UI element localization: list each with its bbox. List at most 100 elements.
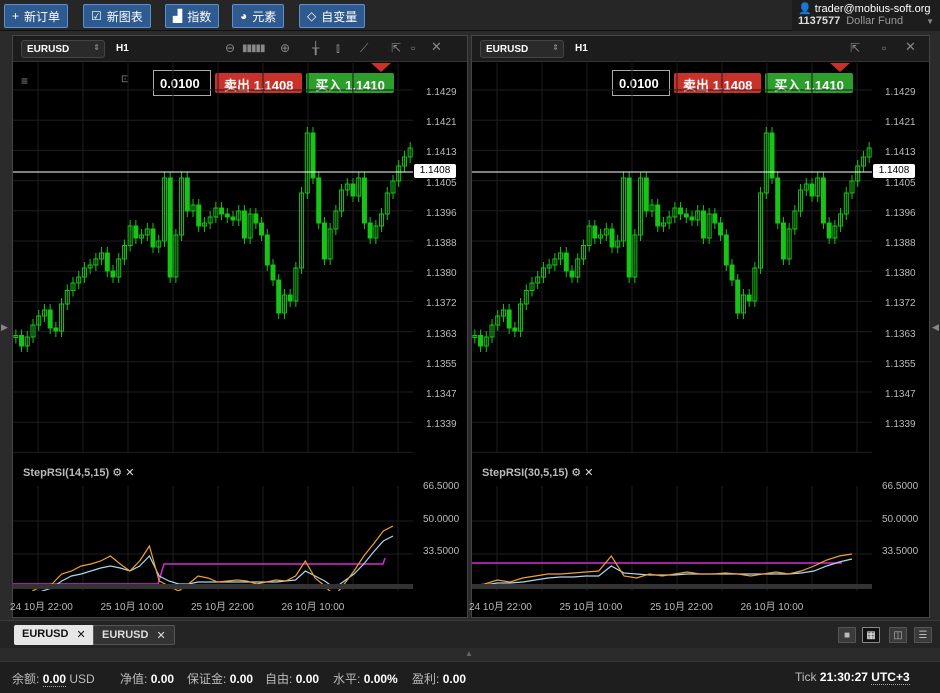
bar-type-icon[interactable]: ╁ xyxy=(312,41,319,55)
horizontal-scrollbar[interactable] xyxy=(472,584,872,589)
price-tick-label: 1.1347 xyxy=(885,389,916,400)
candle xyxy=(729,264,735,281)
maximize-icon[interactable]: ▫ xyxy=(882,41,886,55)
price-tick-label: 1.1405 xyxy=(426,177,457,189)
candle xyxy=(678,207,684,215)
margin-value: 0.00 xyxy=(229,672,254,686)
collapse-up-icon[interactable]: ▲ xyxy=(465,649,473,658)
account-panel[interactable]: 👤 trader@mobius-soft.org 1137577 Dollar F… xyxy=(792,0,940,31)
candle xyxy=(780,222,786,260)
candle xyxy=(723,234,729,266)
candle xyxy=(826,222,832,239)
candle xyxy=(241,210,247,239)
zoom-in-icon[interactable]: ⊕ xyxy=(280,41,290,55)
candle xyxy=(19,335,25,347)
candle xyxy=(253,213,259,224)
chart-header: EURUSD ⇕ H1 ⇱ ▫ ✕ xyxy=(472,36,929,62)
detach-icon[interactable]: ⇱ xyxy=(391,41,401,55)
candle xyxy=(569,270,575,278)
candlestick-icon[interactable]: ⫾ xyxy=(336,41,340,56)
timeframe-label[interactable]: H1 xyxy=(575,43,588,54)
indicators-button[interactable]: ▟ 指数 xyxy=(165,4,220,28)
candle xyxy=(700,210,706,239)
price-chart[interactable] xyxy=(13,63,413,453)
candle xyxy=(287,294,293,302)
close-icon[interactable]: ✕ xyxy=(905,39,916,55)
chart-pane-1: EURUSD ⇕ H1 ⊖ ▮▮▮▮▮ ⊕ ╁ ⫾ ⟋ ⇱ ▫ ✕ ≡ ⊡ 0.0… xyxy=(10,35,468,618)
price-tick-label: 1.1380 xyxy=(885,268,916,280)
chevron-down-icon[interactable]: ▼ xyxy=(926,17,934,26)
candle xyxy=(350,183,356,197)
right-collapse-arrow-icon[interactable]: ◀ xyxy=(932,322,939,336)
candle xyxy=(110,270,116,278)
current-price-label: 1.1408 xyxy=(873,164,915,178)
candle xyxy=(361,177,367,224)
price-tick-label: 1.1372 xyxy=(426,298,457,310)
rsi-chart[interactable] xyxy=(13,456,413,591)
time-tick-label: 25 10月 10:00 xyxy=(559,602,623,613)
candle xyxy=(224,213,230,218)
price-tick-label: 1.1413 xyxy=(885,147,916,159)
price-tick-label: 1.1405 xyxy=(885,177,916,189)
price-tick-label: 1.1347 xyxy=(426,389,457,400)
time-tick-label: 24 10月 22:00 xyxy=(469,602,532,613)
new-chart-button[interactable]: ☑ 新图表 xyxy=(83,4,151,28)
candle xyxy=(718,222,724,236)
timezone-select[interactable]: UTC+3 xyxy=(871,670,910,685)
plus-icon: + xyxy=(12,9,20,23)
diamond-icon: ◇ xyxy=(307,9,317,23)
candle xyxy=(53,327,59,332)
timeframe-label[interactable]: H1 xyxy=(116,43,129,54)
zoom-out-icon[interactable]: ⊖ xyxy=(225,41,235,55)
candle xyxy=(512,327,518,332)
candle xyxy=(167,177,173,278)
bar-chart-icon: ▟ xyxy=(173,9,183,23)
chart-check-icon: ☑ xyxy=(91,9,102,23)
close-icon[interactable]: ✕ xyxy=(156,629,165,642)
price-chart[interactable] xyxy=(472,63,872,453)
maximize-icon[interactable]: ▫ xyxy=(411,41,415,55)
chart-tab-bar: EURUSD ✕ EURUSD ✕ xyxy=(0,620,940,648)
price-tick-label: 1.1372 xyxy=(885,298,916,310)
candle xyxy=(219,207,225,215)
close-icon[interactable]: ✕ xyxy=(76,628,85,642)
rsi-chart[interactable] xyxy=(472,456,872,591)
horizontal-scrollbar[interactable] xyxy=(13,584,413,589)
price-tick-label: 1.1421 xyxy=(885,117,916,129)
candle xyxy=(563,252,569,272)
time-tick-label: 25 10月 10:00 xyxy=(100,602,164,613)
candle xyxy=(655,204,661,227)
layout-columns-icon[interactable]: ◫ xyxy=(889,627,907,643)
candle xyxy=(506,309,512,329)
candle xyxy=(689,216,695,221)
zoom-slider[interactable]: ▮▮▮▮▮ xyxy=(242,43,265,54)
tab-eurusd-1[interactable]: EURUSD ✕ xyxy=(14,625,94,645)
main-toolbar: + 新订单 ☑ 新图表 ▟ 指数 ◕ 元素 ◇ 自变量 👤 trader@mobius-s… xyxy=(0,0,940,31)
tab-eurusd-2[interactable]: EURUSD ✕ xyxy=(93,625,175,645)
close-icon[interactable]: ✕ xyxy=(431,39,442,55)
candle xyxy=(735,279,741,314)
detach-icon[interactable]: ⇱ xyxy=(850,41,860,55)
sell-marker-icon xyxy=(371,63,391,72)
line-chart-icon[interactable]: ⟋ xyxy=(360,41,368,56)
indicator-tick-label: 66.5000 xyxy=(882,481,919,492)
price-tick-label: 1.1388 xyxy=(885,238,916,249)
sell-marker-icon xyxy=(830,63,850,72)
candle xyxy=(809,183,815,197)
layout-grid-icon[interactable]: ▦ xyxy=(862,627,880,643)
variables-button[interactable]: ◇ 自变量 xyxy=(299,4,366,28)
candle xyxy=(643,177,649,212)
candle xyxy=(746,294,752,302)
symbol-select[interactable]: EURUSD ⇕ xyxy=(480,40,564,58)
indicator-tick-label: 50.0000 xyxy=(882,513,919,525)
candle xyxy=(264,234,270,266)
layout-rows-icon[interactable]: ☰ xyxy=(914,627,932,643)
price-tick-label: 1.1421 xyxy=(426,117,457,129)
new-order-button[interactable]: + 新订单 xyxy=(4,4,69,28)
elements-button[interactable]: ◕ 元素 xyxy=(232,4,285,28)
indicator-tick-label: 50.0000 xyxy=(423,513,460,525)
account-status-bar: 余额: 0.00 USD 净值: 0.00 保证金: 0.00 自由: 0.00… xyxy=(0,661,940,693)
layout-single-icon[interactable]: ■ xyxy=(838,627,856,643)
symbol-select[interactable]: EURUSD ⇕ xyxy=(21,40,105,58)
left-collapse-arrow-icon[interactable]: ▶ xyxy=(1,322,8,336)
